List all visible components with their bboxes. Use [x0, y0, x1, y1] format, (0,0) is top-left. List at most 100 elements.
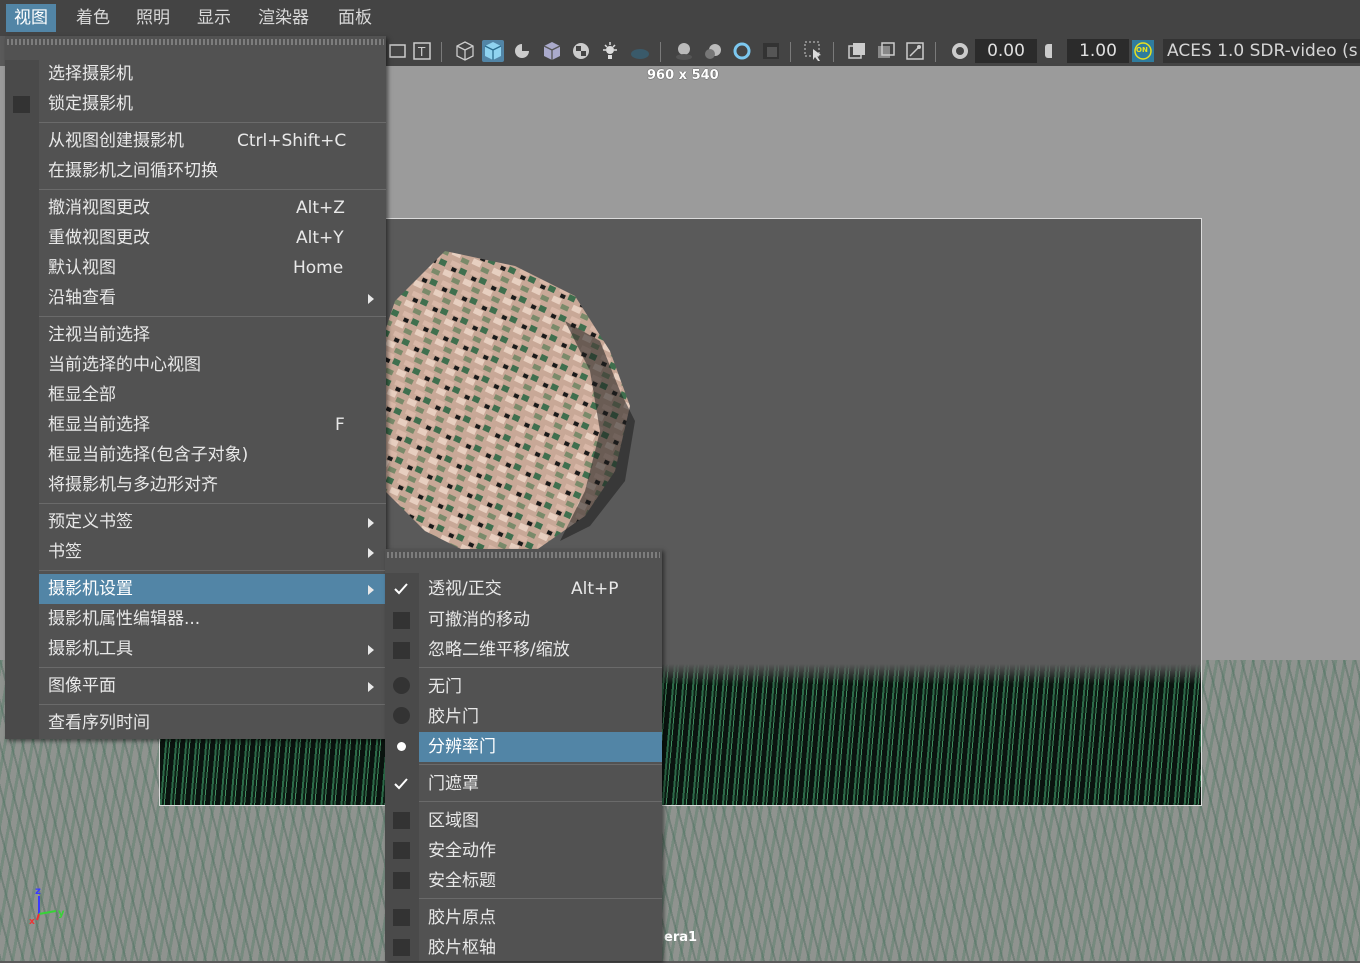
view-menu: 选择摄影机 锁定摄影机 从视图创建摄影机 Ctrl+Shift+C 在摄影机之间循… [5, 36, 386, 739]
depth-of-field-icon[interactable] [760, 40, 782, 62]
menu-item-undoable-movements[interactable]: 可撤消的移动 [419, 605, 662, 635]
submenu-arrow-icon [368, 585, 374, 595]
menu-renderer[interactable]: 渲染器 [250, 4, 317, 32]
menu-item-image-plane[interactable]: 图像平面 [39, 671, 386, 701]
menu-item-look-at-selection[interactable]: 注视当前选择 [39, 320, 386, 350]
image-plane-icon[interactable] [387, 40, 409, 62]
film-pivot-checkbox[interactable] [393, 939, 410, 956]
xray-active-components-icon[interactable] [875, 40, 897, 62]
menu-item-camera-settings[interactable]: 摄影机设置 [39, 574, 386, 604]
menu-item-predefined-bookmarks[interactable]: 预定义书签 [39, 507, 386, 537]
menu-item-center-view-of-selection[interactable]: 当前选择的中心视图 [39, 350, 386, 380]
menu-item-label: 胶片原点 [428, 908, 496, 928]
menu-item-film-pivot[interactable]: 胶片枢轴 [419, 933, 662, 963]
menu-item-undo-view-change[interactable]: 撤消视图更改 Alt+Z [39, 193, 386, 223]
screen-space-ao-icon[interactable] [673, 40, 695, 62]
menu-item-lock-camera[interactable]: 锁定摄影机 [39, 89, 386, 119]
menu-item-gate-mask[interactable]: 门遮罩 [419, 769, 662, 799]
film-origin-checkbox[interactable] [393, 909, 410, 926]
undoable-movements-checkbox[interactable] [393, 612, 410, 629]
menu-item-ignore-2d-pan-zoom[interactable]: 忽略二维平移/缩放 [419, 635, 662, 665]
menu-item-camera-attribute-editor[interactable]: 摄影机属性编辑器... [39, 604, 386, 634]
shadows-icon[interactable] [629, 40, 651, 62]
menu-item-frame-selection-with-children[interactable]: 框显当前选择(包含子对象) [39, 440, 386, 470]
tear-off-handle[interactable] [387, 552, 660, 558]
menu-item-cycle-cameras[interactable]: 在摄影机之间循环切换 [39, 156, 386, 186]
axis-z-label: z [35, 886, 41, 897]
safe-title-checkbox[interactable] [393, 872, 410, 889]
menu-item-align-camera-to-polygon[interactable]: 将摄影机与多边形对齐 [39, 470, 386, 500]
textured-cube-icon[interactable] [541, 40, 563, 62]
isolate-select-icon[interactable] [803, 40, 825, 62]
menu-item-view-sequence-time[interactable]: 查看序列时间 [39, 708, 386, 738]
wireframe-cube-icon[interactable] [454, 40, 476, 62]
menu-show[interactable]: 显示 [189, 4, 239, 32]
menu-item-label: 无门 [428, 677, 462, 697]
film-gate-radio[interactable] [393, 707, 410, 724]
gamma-field[interactable]: 1.00 [1067, 39, 1129, 63]
menu-item-view-along-axis[interactable]: 沿轴查看 [39, 283, 386, 313]
default-material-icon[interactable] [511, 40, 533, 62]
text-icon[interactable]: T [411, 40, 433, 62]
anti-aliasing-icon[interactable] [731, 40, 753, 62]
camera-name-label: era1 [664, 930, 698, 945]
menu-item-film-gate[interactable]: 胶片门 [419, 702, 662, 732]
menu-item-label: 摄影机属性编辑器... [48, 609, 201, 629]
menu-item-bookmarks[interactable]: 书签 [39, 537, 386, 567]
axis-y-label: y [58, 908, 65, 919]
no-gate-radio[interactable] [393, 677, 410, 694]
color-management-toggle[interactable]: ON [1132, 40, 1154, 62]
menu-item-label: 重做视图更改 [48, 228, 150, 248]
menu-lighting[interactable]: 照明 [128, 4, 178, 32]
menu-item-label: 预定义书签 [48, 512, 133, 532]
menu-item-perspective-orthographic[interactable]: 透视/正交 Alt+P [419, 574, 662, 604]
menu-view[interactable]: 视图 [6, 4, 56, 32]
smooth-shade-cube-icon[interactable] [482, 40, 504, 62]
menu-item-label: 区域图 [428, 811, 479, 831]
menu-item-resolution-gate[interactable]: 分辨率门 [419, 732, 662, 762]
menu-shading[interactable]: 着色 [68, 4, 118, 32]
checker-icon[interactable] [570, 40, 592, 62]
xray-icon[interactable] [846, 40, 868, 62]
menu-item-frame-all[interactable]: 框显全部 [39, 380, 386, 410]
panel-menubar: 视图 着色 照明 显示 渲染器 面板 [0, 0, 1360, 36]
menu-item-redo-view-change[interactable]: 重做视图更改 Alt+Y [39, 223, 386, 253]
menu-item-select-camera[interactable]: 选择摄影机 [39, 59, 386, 89]
resolution-gate-radio-selected[interactable] [397, 742, 406, 751]
resolution-gate-label: 960 x 540 [647, 68, 719, 83]
exposure-icon[interactable] [949, 40, 971, 62]
menu-item-label: 安全标题 [428, 871, 496, 891]
submenu-arrow-icon [368, 294, 374, 304]
menu-item-label: 胶片门 [428, 707, 479, 727]
menu-item-frame-selection[interactable]: 框显当前选择 F [39, 410, 386, 440]
menu-item-shortcut: F [335, 415, 345, 435]
menu-item-default-view[interactable]: 默认视图 Home [39, 253, 386, 283]
menu-item-label: 摄影机设置 [48, 579, 133, 599]
axis-x-label: x [29, 917, 35, 926]
view-transform-dropdown[interactable]: ACES 1.0 SDR-video (s [1163, 39, 1360, 63]
menu-item-create-camera-from-view[interactable]: 从视图创建摄影机 Ctrl+Shift+C [39, 126, 386, 156]
menu-item-label: 注视当前选择 [48, 325, 150, 345]
menu-item-camera-tools[interactable]: 摄影机工具 [39, 634, 386, 664]
check-icon [394, 778, 408, 790]
check-icon [394, 583, 408, 595]
menu-item-safe-title[interactable]: 安全标题 [419, 866, 662, 896]
xray-joints-icon[interactable] [904, 40, 926, 62]
field-chart-checkbox[interactable] [393, 812, 410, 829]
menu-item-label: 当前选择的中心视图 [48, 355, 201, 375]
motion-blur-icon[interactable] [702, 40, 724, 62]
menu-item-field-chart[interactable]: 区域图 [419, 806, 662, 836]
menu-item-label: 沿轴查看 [48, 288, 116, 308]
menu-item-film-origin[interactable]: 胶片原点 [419, 903, 662, 933]
exposure-field[interactable]: 0.00 [975, 39, 1037, 63]
lock-camera-checkbox[interactable] [13, 96, 30, 113]
tear-off-handle[interactable] [7, 39, 384, 45]
menu-item-safe-action[interactable]: 安全动作 [419, 836, 662, 866]
submenu-arrow-icon [368, 548, 374, 558]
menu-panels[interactable]: 面板 [330, 4, 380, 32]
lights-icon[interactable] [599, 40, 621, 62]
ignore-2d-pan-zoom-checkbox[interactable] [393, 642, 410, 659]
safe-action-checkbox[interactable] [393, 842, 410, 859]
menu-item-no-gate[interactable]: 无门 [419, 672, 662, 702]
gamma-icon[interactable] [1041, 40, 1063, 62]
